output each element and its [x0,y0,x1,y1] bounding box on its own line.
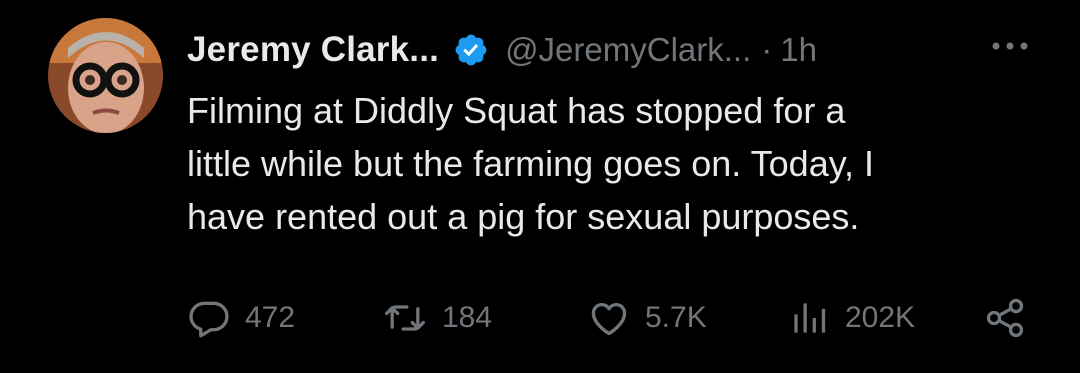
more-icon[interactable] [990,38,1030,54]
tweet-text-line: little while but the farming goes on. To… [187,143,875,184]
views-icon [787,296,831,340]
tweet-text-line: Filming at Diddly Squat has stopped for … [187,90,846,131]
avatar[interactable] [48,18,163,133]
like-button[interactable]: 5.7K [587,288,707,348]
author-handle[interactable]: @JeremyClark... [505,31,751,69]
timestamp[interactable]: 1h [780,31,817,69]
share-button[interactable] [983,288,1027,348]
avatar-image [48,18,163,133]
like-count: 5.7K [645,301,707,334]
verified-badge-icon [453,32,489,68]
reply-icon [187,296,231,340]
heart-icon [587,296,631,340]
tweet-text-line: have rented out a pig for sexual purpose… [187,196,860,237]
author-name[interactable]: Jeremy Clark... [187,30,439,70]
tweet-text: Filming at Diddly Squat has stopped for … [187,84,1047,243]
tweet-actions: 472 184 5.7K 202K [187,288,1047,348]
reply-count: 472 [245,301,296,334]
repost-icon [382,296,428,340]
tweet-header: Jeremy Clark... @JeremyClark... · 1h [187,22,1080,78]
view-count: 202K [845,301,916,334]
repost-count: 184 [442,301,493,334]
views-button[interactable]: 202K [787,288,915,348]
reply-button[interactable]: 472 [187,288,295,348]
separator-dot: · [761,31,773,68]
share-icon [983,296,1027,340]
repost-button[interactable]: 184 [382,288,492,348]
